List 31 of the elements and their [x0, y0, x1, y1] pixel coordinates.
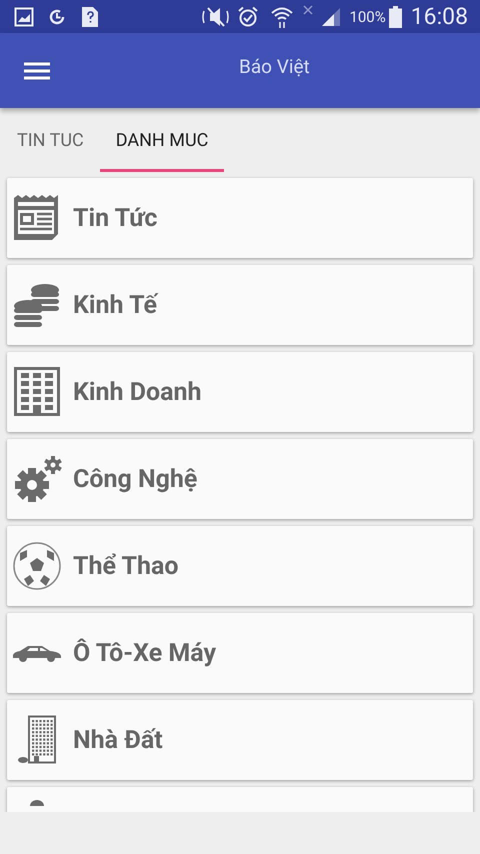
category-item[interactable]: Thể Thao	[7, 526, 473, 606]
category-label: Thể Thao	[73, 552, 179, 580]
picture-icon	[14, 6, 34, 26]
category-label: Tin Tức	[73, 204, 158, 232]
category-label: Công Nghệ	[73, 464, 198, 494]
category-item[interactable]: Nhà Đất	[7, 700, 473, 780]
soccer-ball-icon	[12, 541, 62, 591]
menu-icon	[24, 60, 50, 80]
battery-percentage: 100%	[349, 8, 386, 26]
tab[interactable]: DANH MUC	[100, 108, 224, 172]
tab[interactable]: TIN TUC	[0, 108, 100, 172]
category-item[interactable]: Kinh Doanh	[7, 352, 473, 432]
building-icon	[14, 367, 60, 417]
no-signal-icon	[302, 4, 314, 16]
category-label: Kinh Tế	[73, 290, 157, 320]
category-label: Ô Tô-Xe Máy	[73, 638, 216, 668]
sim-icon	[81, 6, 99, 28]
category-item[interactable]: Tin Tức	[7, 178, 473, 258]
app-title: Báo Việt	[239, 55, 310, 78]
tower-icon	[17, 715, 57, 765]
alarm-icon	[237, 6, 260, 28]
battery-icon	[388, 6, 402, 28]
clock-time: 16:08	[410, 3, 468, 30]
category-item[interactable]: Công Nghệ	[7, 439, 473, 519]
gears-icon	[12, 455, 62, 503]
category-item[interactable]: Kinh Tế	[7, 265, 473, 345]
signal-icon	[320, 6, 342, 26]
category-label: Nhà Đất	[73, 726, 163, 754]
category-item[interactable]: Ô Tô-Xe Máy	[7, 613, 473, 693]
category-label: Kinh Doanh	[73, 378, 202, 406]
wifi-icon	[270, 4, 294, 28]
